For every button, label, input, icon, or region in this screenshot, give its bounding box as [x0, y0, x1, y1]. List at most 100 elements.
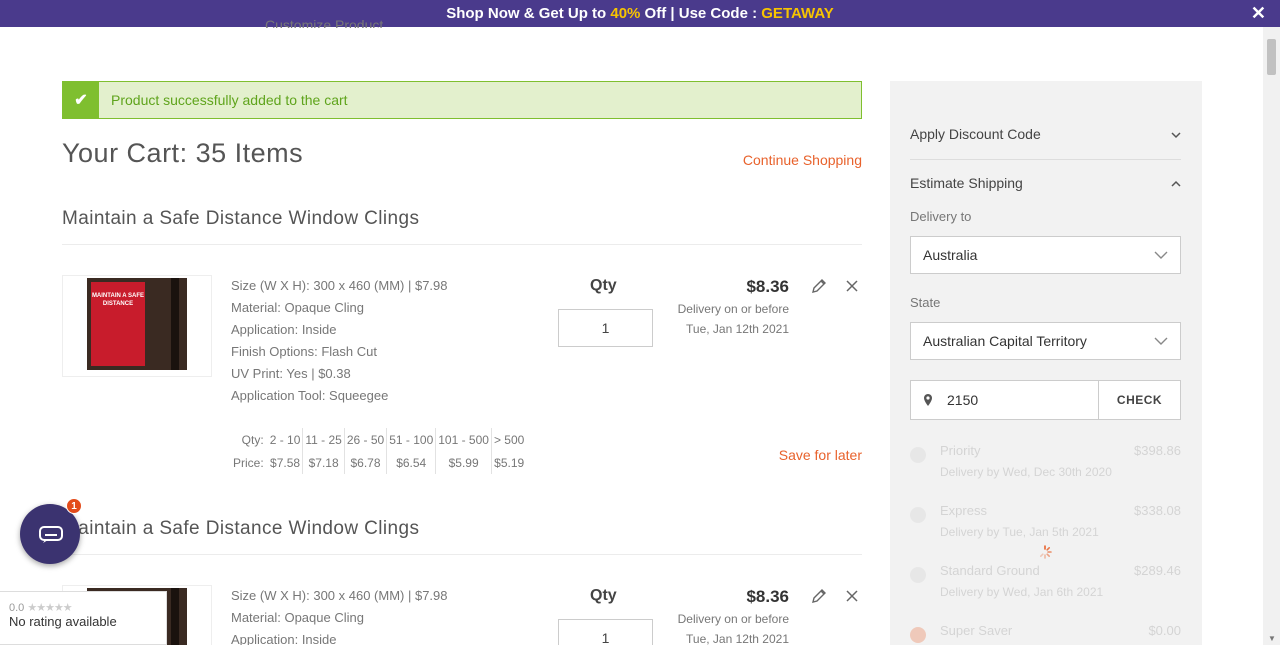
spec-line: Material: Opaque Cling [231, 610, 364, 625]
chevron-up-icon[interactable] [1170, 178, 1182, 190]
estimate-shipping-toggle[interactable]: Estimate Shipping [910, 175, 1023, 191]
shipping-option-delivery: Delivery by Wed, Dec 30th 2020 [940, 465, 1112, 479]
remove-item-icon[interactable] [844, 278, 860, 294]
radio-button[interactable] [910, 567, 926, 583]
loading-spinner-icon [1039, 545, 1052, 559]
rating-stars: 0.0 ★★★★★ [9, 601, 166, 614]
delivery-date: Tue, Jan 12th 2021 [686, 322, 789, 336]
spec-line: Finish Options: Flash Cut [231, 344, 377, 359]
spec-line: Material: Opaque Cling [231, 300, 364, 315]
pricing-qty-label: Qty: [241, 432, 264, 447]
pricing-price: $7.58 [267, 451, 304, 474]
product-image-sign: MAINTAIN A SAFE DISTANCE [91, 282, 145, 366]
pricing-price: $5.19 [494, 455, 525, 470]
save-for-later-link[interactable]: Save for later [779, 447, 862, 463]
postcode-field[interactable]: 2150 CHECK [910, 380, 1181, 420]
promo-text: Shop Now & Get Up to [446, 5, 611, 22]
pricing-qty-row: Qty: 2 - 10 11 - 25 26 - 50 51 - 100 101… [231, 428, 526, 451]
location-pin-icon [924, 394, 932, 406]
star-icons: ★★★★★ [27, 602, 72, 614]
pricing-range: 2 - 10 [267, 428, 304, 451]
state-label: State [910, 295, 941, 310]
product-image: MAINTAIN A SAFE DISTANCE [87, 278, 187, 370]
radio-button-selected[interactable] [910, 627, 926, 643]
spec-line: UV Print: Yes | $0.38 [231, 366, 351, 381]
shipping-option-delivery: Delivery by Tue, Jan 5th 2021 [940, 525, 1099, 539]
apply-discount-toggle[interactable]: Apply Discount Code [910, 126, 1041, 142]
product-title[interactable]: Maintain a Safe Distance Window Clings [62, 518, 419, 540]
state-select[interactable]: Australian Capital Territory [910, 322, 1181, 360]
rating-text: No rating available [9, 614, 117, 629]
country-select[interactable]: Australia [910, 236, 1181, 274]
image-frame [171, 588, 179, 645]
customize-product-link[interactable]: Customize Product [265, 16, 383, 28]
pricing-range: 11 - 25 [302, 428, 345, 451]
chat-bubble-icon [39, 526, 63, 543]
chat-widget-button[interactable]: 1 [20, 498, 82, 564]
shipping-option-name: Standard Ground [940, 563, 1040, 578]
scroll-down-arrow-icon[interactable]: ▼ [1268, 634, 1276, 643]
rating-score: 0.0 [9, 602, 25, 614]
shipping-option-cost: $398.86 [1134, 443, 1181, 458]
pricing-price: $6.78 [344, 451, 388, 474]
qty-label: Qty [590, 587, 617, 604]
chevron-down-icon [1154, 337, 1168, 345]
spec-line: Size (W X H): 300 x 460 (MM) | $7.98 [231, 588, 448, 603]
delivery-estimate: Delivery on or before Tue, Jan 12th 2021 [678, 609, 789, 645]
rating-widget[interactable]: 0.0 ★★★★★ No rating available [0, 591, 167, 645]
delivery-date: Tue, Jan 12th 2021 [686, 632, 789, 645]
item-price: $8.36 [746, 277, 789, 296]
state-value: Australian Capital Territory [923, 333, 1087, 349]
radio-button[interactable] [910, 447, 926, 463]
item-price: $8.36 [746, 587, 789, 606]
delivery-to-label: Delivery to [910, 209, 972, 224]
chevron-down-icon [1154, 251, 1168, 259]
radio-button[interactable] [910, 507, 926, 523]
pricing-range: > 500 [493, 432, 525, 447]
page-title: Your Cart: 35 Items [62, 138, 304, 168]
shipping-option-delivery: Delivery by Wed, Jan 6th 2021 [940, 585, 1104, 599]
divider [910, 159, 1181, 160]
product-thumbnail[interactable]: MAINTAIN A SAFE DISTANCE [62, 275, 212, 377]
chevron-down-icon[interactable] [1170, 129, 1182, 141]
pricing-price-label: Price: [233, 455, 264, 470]
pricing-range: 51 - 100 [386, 428, 437, 451]
close-icon[interactable]: ✕ [1251, 0, 1266, 27]
shipping-option-name: Priority [940, 443, 981, 458]
postcode-input[interactable]: 2150 [947, 392, 978, 408]
order-sidebar: Apply Discount Code Estimate Shipping De… [890, 81, 1202, 645]
checkmark-icon: ✔ [63, 82, 99, 118]
spec-line: Application: Inside [231, 322, 337, 337]
promo-percent: 40% [610, 5, 641, 22]
spec-line: Application: Inside [231, 632, 337, 645]
shipping-option-cost: $289.46 [1134, 563, 1181, 578]
pricing-range: 101 - 500 [435, 428, 492, 451]
check-button[interactable]: CHECK [1098, 381, 1180, 419]
image-frame [171, 278, 179, 370]
shipping-option-name: Super Saver [940, 623, 1013, 638]
shipping-option-name: Express [940, 503, 987, 518]
remove-item-icon[interactable] [844, 588, 860, 604]
delivery-line: Delivery on or before [677, 302, 789, 316]
pricing-price: $6.54 [386, 451, 437, 474]
page-scrollbar[interactable]: ▼ [1263, 27, 1280, 645]
edit-pencil-icon[interactable] [810, 277, 828, 295]
quantity-input[interactable]: 1 [558, 619, 653, 645]
notification-badge: 1 [66, 498, 82, 514]
qty-label: Qty [590, 277, 617, 294]
product-specs: Size (W X H): 300 x 460 (MM) | $7.98 Mat… [231, 585, 448, 645]
shipping-option-cost: $338.08 [1134, 503, 1181, 518]
bulk-pricing-table: Qty: 2 - 10 11 - 25 26 - 50 51 - 100 101… [231, 428, 526, 474]
pricing-range: 26 - 50 [344, 428, 388, 451]
pricing-price: $5.99 [435, 451, 492, 474]
country-value: Australia [923, 247, 978, 263]
product-title[interactable]: Maintain a Safe Distance Window Clings [62, 208, 419, 230]
scrollbar-thumb[interactable] [1267, 39, 1276, 75]
delivery-estimate: Delivery on or before Tue, Jan 12th 2021 [678, 299, 789, 339]
pricing-price-row: Price: $7.58 $7.18 $6.78 $6.54 $5.99 $5.… [231, 451, 526, 474]
quantity-input[interactable]: 1 [558, 309, 653, 347]
continue-shopping-link[interactable]: Continue Shopping [743, 152, 862, 168]
success-alert: ✔ Product successfully added to the cart [62, 81, 862, 119]
edit-pencil-icon[interactable] [810, 587, 828, 605]
spec-line: Size (W X H): 300 x 460 (MM) | $7.98 [231, 278, 448, 293]
